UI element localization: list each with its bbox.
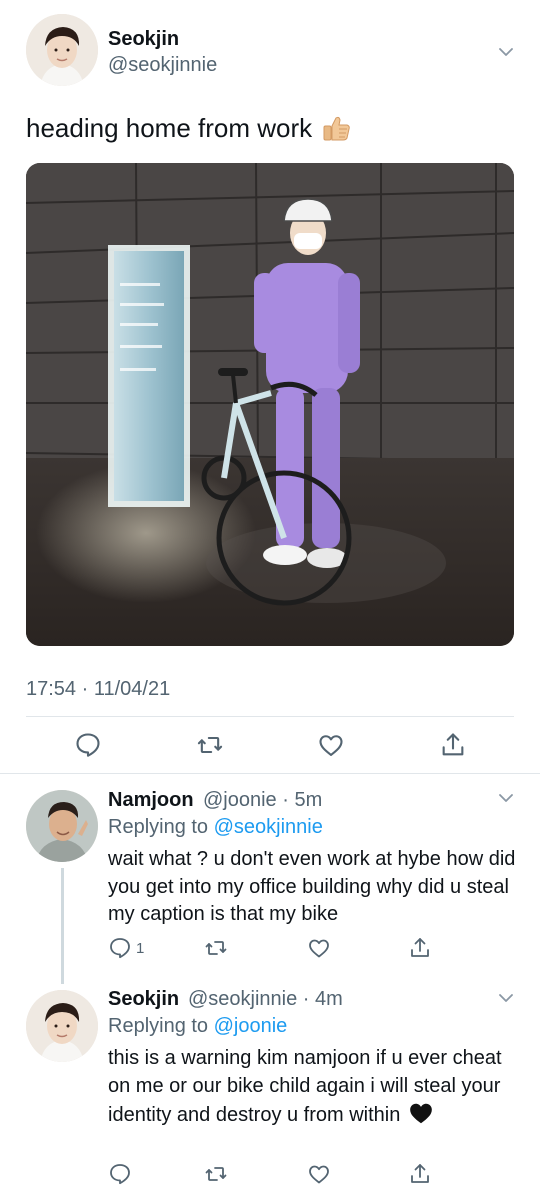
reply-author-meta[interactable]: @seokjinnie · 4m bbox=[188, 988, 343, 1011]
reply-author-meta[interactable]: @joonie · 5m bbox=[203, 789, 322, 812]
reply-author-name[interactable]: Seokjin bbox=[108, 988, 179, 1011]
reply-author-avatar[interactable] bbox=[26, 790, 98, 862]
reply-count: 1 bbox=[136, 940, 145, 957]
thread-line bbox=[61, 868, 64, 984]
reply-text-content: this is a warning kim namjoon if u ever … bbox=[108, 1047, 502, 1126]
author-avatar[interactable] bbox=[26, 14, 98, 86]
replying-to: Replying to @joonie bbox=[108, 1015, 287, 1038]
retweet-icon[interactable] bbox=[204, 1162, 228, 1186]
share-icon[interactable] bbox=[439, 731, 467, 759]
replying-to: Replying to @seokjinnie bbox=[108, 816, 323, 839]
chevron-down-icon[interactable] bbox=[496, 988, 516, 1008]
author-handle[interactable]: @seokjinnie bbox=[108, 54, 217, 77]
reply-text: wait what ? u don't even work at hybe ho… bbox=[108, 848, 516, 925]
reply-author-avatar[interactable] bbox=[26, 990, 98, 1062]
replying-to-prefix: Replying to bbox=[108, 816, 214, 838]
divider bbox=[26, 716, 514, 717]
reply-author-name[interactable]: Namjoon bbox=[108, 789, 194, 812]
section-divider bbox=[0, 773, 540, 774]
like-icon[interactable] bbox=[317, 731, 345, 759]
thumbs-up-icon bbox=[320, 112, 352, 144]
replying-to-link[interactable]: @joonie bbox=[214, 1015, 288, 1037]
tweet-timestamp[interactable]: 17:54 · 11/04/21 bbox=[26, 678, 170, 701]
replying-to-link[interactable]: @seokjinnie bbox=[214, 816, 323, 838]
reply-icon[interactable] bbox=[74, 731, 102, 759]
like-icon[interactable] bbox=[307, 1162, 331, 1186]
tweet-photo[interactable] bbox=[26, 163, 514, 646]
retweet-icon[interactable] bbox=[196, 731, 224, 759]
chevron-down-icon[interactable] bbox=[496, 42, 516, 62]
tweet-text: heading home from work bbox=[26, 112, 352, 144]
retweet-icon[interactable] bbox=[204, 936, 228, 960]
tweet-text-content: heading home from work bbox=[26, 112, 313, 143]
author-name[interactable]: Seokjin bbox=[108, 28, 179, 51]
black-heart-icon bbox=[408, 1100, 434, 1126]
main-tweet: Seokjin @seokjinnie heading home from wo… bbox=[0, 0, 540, 773]
like-icon[interactable] bbox=[307, 936, 331, 960]
share-icon[interactable] bbox=[408, 936, 432, 960]
share-icon[interactable] bbox=[408, 1162, 432, 1186]
reply-text: this is a warning kim namjoon if u ever … bbox=[108, 1045, 518, 1130]
reply-icon[interactable] bbox=[108, 936, 132, 960]
chevron-down-icon[interactable] bbox=[496, 788, 516, 808]
replying-to-prefix: Replying to bbox=[108, 1015, 214, 1037]
reply-icon[interactable] bbox=[108, 1162, 132, 1186]
